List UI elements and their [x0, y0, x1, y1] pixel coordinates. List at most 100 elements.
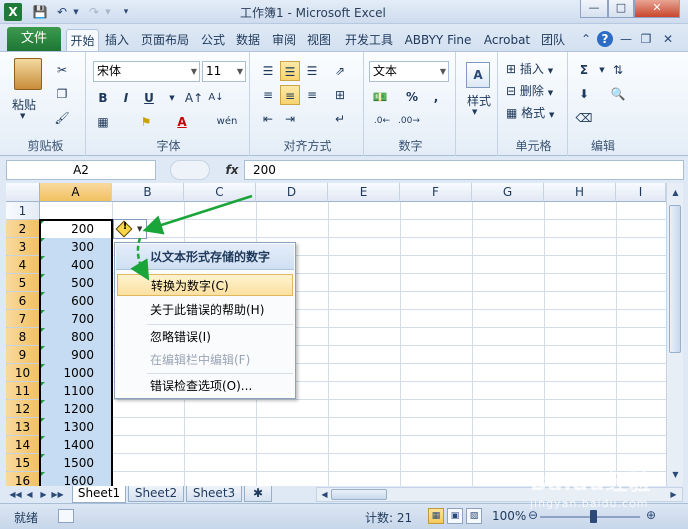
sheet-tab-3[interactable]: Sheet3: [186, 486, 242, 502]
save-icon[interactable]: 💾: [32, 4, 48, 20]
formula-bar-resize-handle[interactable]: [170, 160, 210, 180]
paste-icon[interactable]: [14, 58, 42, 90]
scroll-down-icon[interactable]: ▼: [668, 467, 683, 482]
column-header-h[interactable]: H: [544, 183, 616, 202]
tab-home[interactable]: 开始: [66, 29, 99, 51]
row-header-7[interactable]: 7: [6, 310, 40, 328]
scroll-left-icon[interactable]: ◀: [317, 487, 332, 502]
delete-cells-button[interactable]: ⊟ 删除 ▼: [506, 82, 553, 99]
copy-icon[interactable]: ❐: [52, 84, 72, 104]
error-smart-tag[interactable]: ! ▼: [113, 219, 147, 239]
font-name-combo[interactable]: 宋体 ▼: [93, 61, 200, 82]
row-header-12[interactable]: 12: [6, 400, 40, 418]
tab-insert[interactable]: 插入: [102, 29, 132, 51]
sheet-tab-2[interactable]: Sheet2: [128, 486, 184, 502]
paste-button[interactable]: 粘贴: [12, 96, 36, 113]
cell-a13[interactable]: 1300: [40, 418, 112, 436]
workbook-minimize-icon[interactable]: —: [618, 31, 634, 47]
cell-a5[interactable]: 500: [40, 274, 112, 292]
column-header-g[interactable]: G: [472, 183, 544, 202]
sort-filter-icon[interactable]: ⇅: [608, 60, 628, 80]
underline-button[interactable]: U: [139, 88, 159, 108]
insert-cells-button[interactable]: ⊞ 插入 ▼: [506, 60, 553, 77]
tab-acrobat[interactable]: Acrobat: [479, 29, 535, 51]
format-painter-icon[interactable]: 🖌: [52, 108, 72, 128]
horizontal-scroll-thumb[interactable]: [331, 489, 387, 500]
align-center-icon[interactable]: ≡: [280, 85, 300, 105]
tab-review[interactable]: 审阅: [269, 29, 299, 51]
maximize-button[interactable]: □: [608, 0, 634, 18]
decrease-font-icon[interactable]: A↓: [206, 88, 226, 108]
cut-icon[interactable]: ✂: [52, 60, 72, 80]
row-header-4[interactable]: 4: [6, 256, 40, 274]
cell-a4[interactable]: 400: [40, 256, 112, 274]
vertical-scrollbar[interactable]: ▲ ▼: [666, 183, 683, 486]
help-icon[interactable]: ?: [597, 31, 613, 47]
column-header-b[interactable]: B: [112, 183, 184, 202]
cell-a9[interactable]: 900: [40, 346, 112, 364]
insert-function-button[interactable]: fx: [222, 160, 242, 180]
column-header-d[interactable]: D: [256, 183, 328, 202]
tab-developer[interactable]: 开发工具: [340, 29, 398, 51]
column-header-i[interactable]: I: [616, 183, 666, 202]
minimize-ribbon-icon[interactable]: ⌃: [578, 31, 594, 47]
column-header-f[interactable]: F: [400, 183, 472, 202]
column-header-a[interactable]: A: [40, 183, 112, 202]
accounting-format-icon[interactable]: 💵: [370, 87, 390, 107]
merge-center-icon[interactable]: ⊞: [330, 85, 350, 105]
bold-button[interactable]: B: [93, 88, 113, 108]
close-button[interactable]: ✕: [634, 0, 680, 18]
increase-font-icon[interactable]: A↑: [184, 88, 204, 108]
name-box[interactable]: A2: [6, 160, 156, 180]
font-color-button[interactable]: A: [172, 112, 192, 132]
wrap-text-icon[interactable]: ↵: [330, 109, 350, 129]
cell-a10[interactable]: 1000: [40, 364, 112, 382]
cell-a2[interactable]: 200: [40, 220, 112, 238]
edit-in-formula-bar-item[interactable]: 在编辑栏中编辑(F): [117, 349, 293, 371]
clear-icon[interactable]: ⌫: [574, 108, 594, 128]
find-select-icon[interactable]: 🔍: [608, 84, 628, 104]
tab-team[interactable]: 团队: [538, 29, 568, 51]
cell-a8[interactable]: 800: [40, 328, 112, 346]
align-top-icon[interactable]: ☰: [258, 61, 278, 81]
row-header-5[interactable]: 5: [6, 274, 40, 292]
align-right-icon[interactable]: ≡: [302, 85, 322, 105]
align-middle-icon[interactable]: ☰: [280, 61, 300, 81]
zoom-level[interactable]: 100%: [492, 509, 526, 523]
excel-app-icon[interactable]: X: [4, 3, 22, 21]
new-sheet-button[interactable]: ✱: [244, 486, 272, 502]
tab-data[interactable]: 数据: [233, 29, 263, 51]
first-sheet-icon[interactable]: ◀◀: [8, 487, 23, 502]
last-sheet-icon[interactable]: ▶▶: [50, 487, 65, 502]
scroll-up-icon[interactable]: ▲: [668, 185, 683, 200]
cell-a16[interactable]: 1600: [40, 472, 112, 486]
format-cells-button[interactable]: ▦ 格式 ▼: [506, 104, 554, 121]
cell-a12[interactable]: 1200: [40, 400, 112, 418]
tab-view[interactable]: 视图: [304, 29, 334, 51]
row-header-10[interactable]: 10: [6, 364, 40, 382]
decrease-indent-icon[interactable]: ⇤: [258, 109, 278, 129]
styles-icon[interactable]: A: [466, 62, 490, 88]
row-header-8[interactable]: 8: [6, 328, 40, 346]
ignore-error-item[interactable]: 忽略错误(I): [117, 326, 293, 348]
row-header-2[interactable]: 2: [6, 220, 40, 238]
workbook-restore-icon[interactable]: ❐: [638, 31, 654, 47]
select-all-corner[interactable]: [6, 183, 40, 202]
row-header-6[interactable]: 6: [6, 292, 40, 310]
worksheet-grid[interactable]: A B C D E F G H I 1 2 200 3 300 4 400 5 500 6 600 7…: [6, 183, 666, 486]
row-header-14[interactable]: 14: [6, 436, 40, 454]
row-header-13[interactable]: 13: [6, 418, 40, 436]
cell-a14[interactable]: 1400: [40, 436, 112, 454]
formula-input[interactable]: 200: [244, 160, 684, 180]
page-break-view-icon[interactable]: ▧: [466, 508, 482, 524]
workbook-close-icon[interactable]: ✕: [660, 31, 676, 47]
row-header-11[interactable]: 11: [6, 382, 40, 400]
convert-to-number-item[interactable]: 转换为数字(C): [117, 274, 293, 296]
cell-a15[interactable]: 1500: [40, 454, 112, 472]
row-header-16[interactable]: 16: [6, 472, 40, 486]
styles-dropdown-icon[interactable]: ▼: [472, 108, 477, 116]
minimize-button[interactable]: —: [580, 0, 608, 18]
zoom-out-icon[interactable]: ⊖: [528, 508, 538, 522]
error-checking-options-item[interactable]: 错误检查选项(O)...: [117, 375, 293, 397]
cell-a11[interactable]: 1100: [40, 382, 112, 400]
